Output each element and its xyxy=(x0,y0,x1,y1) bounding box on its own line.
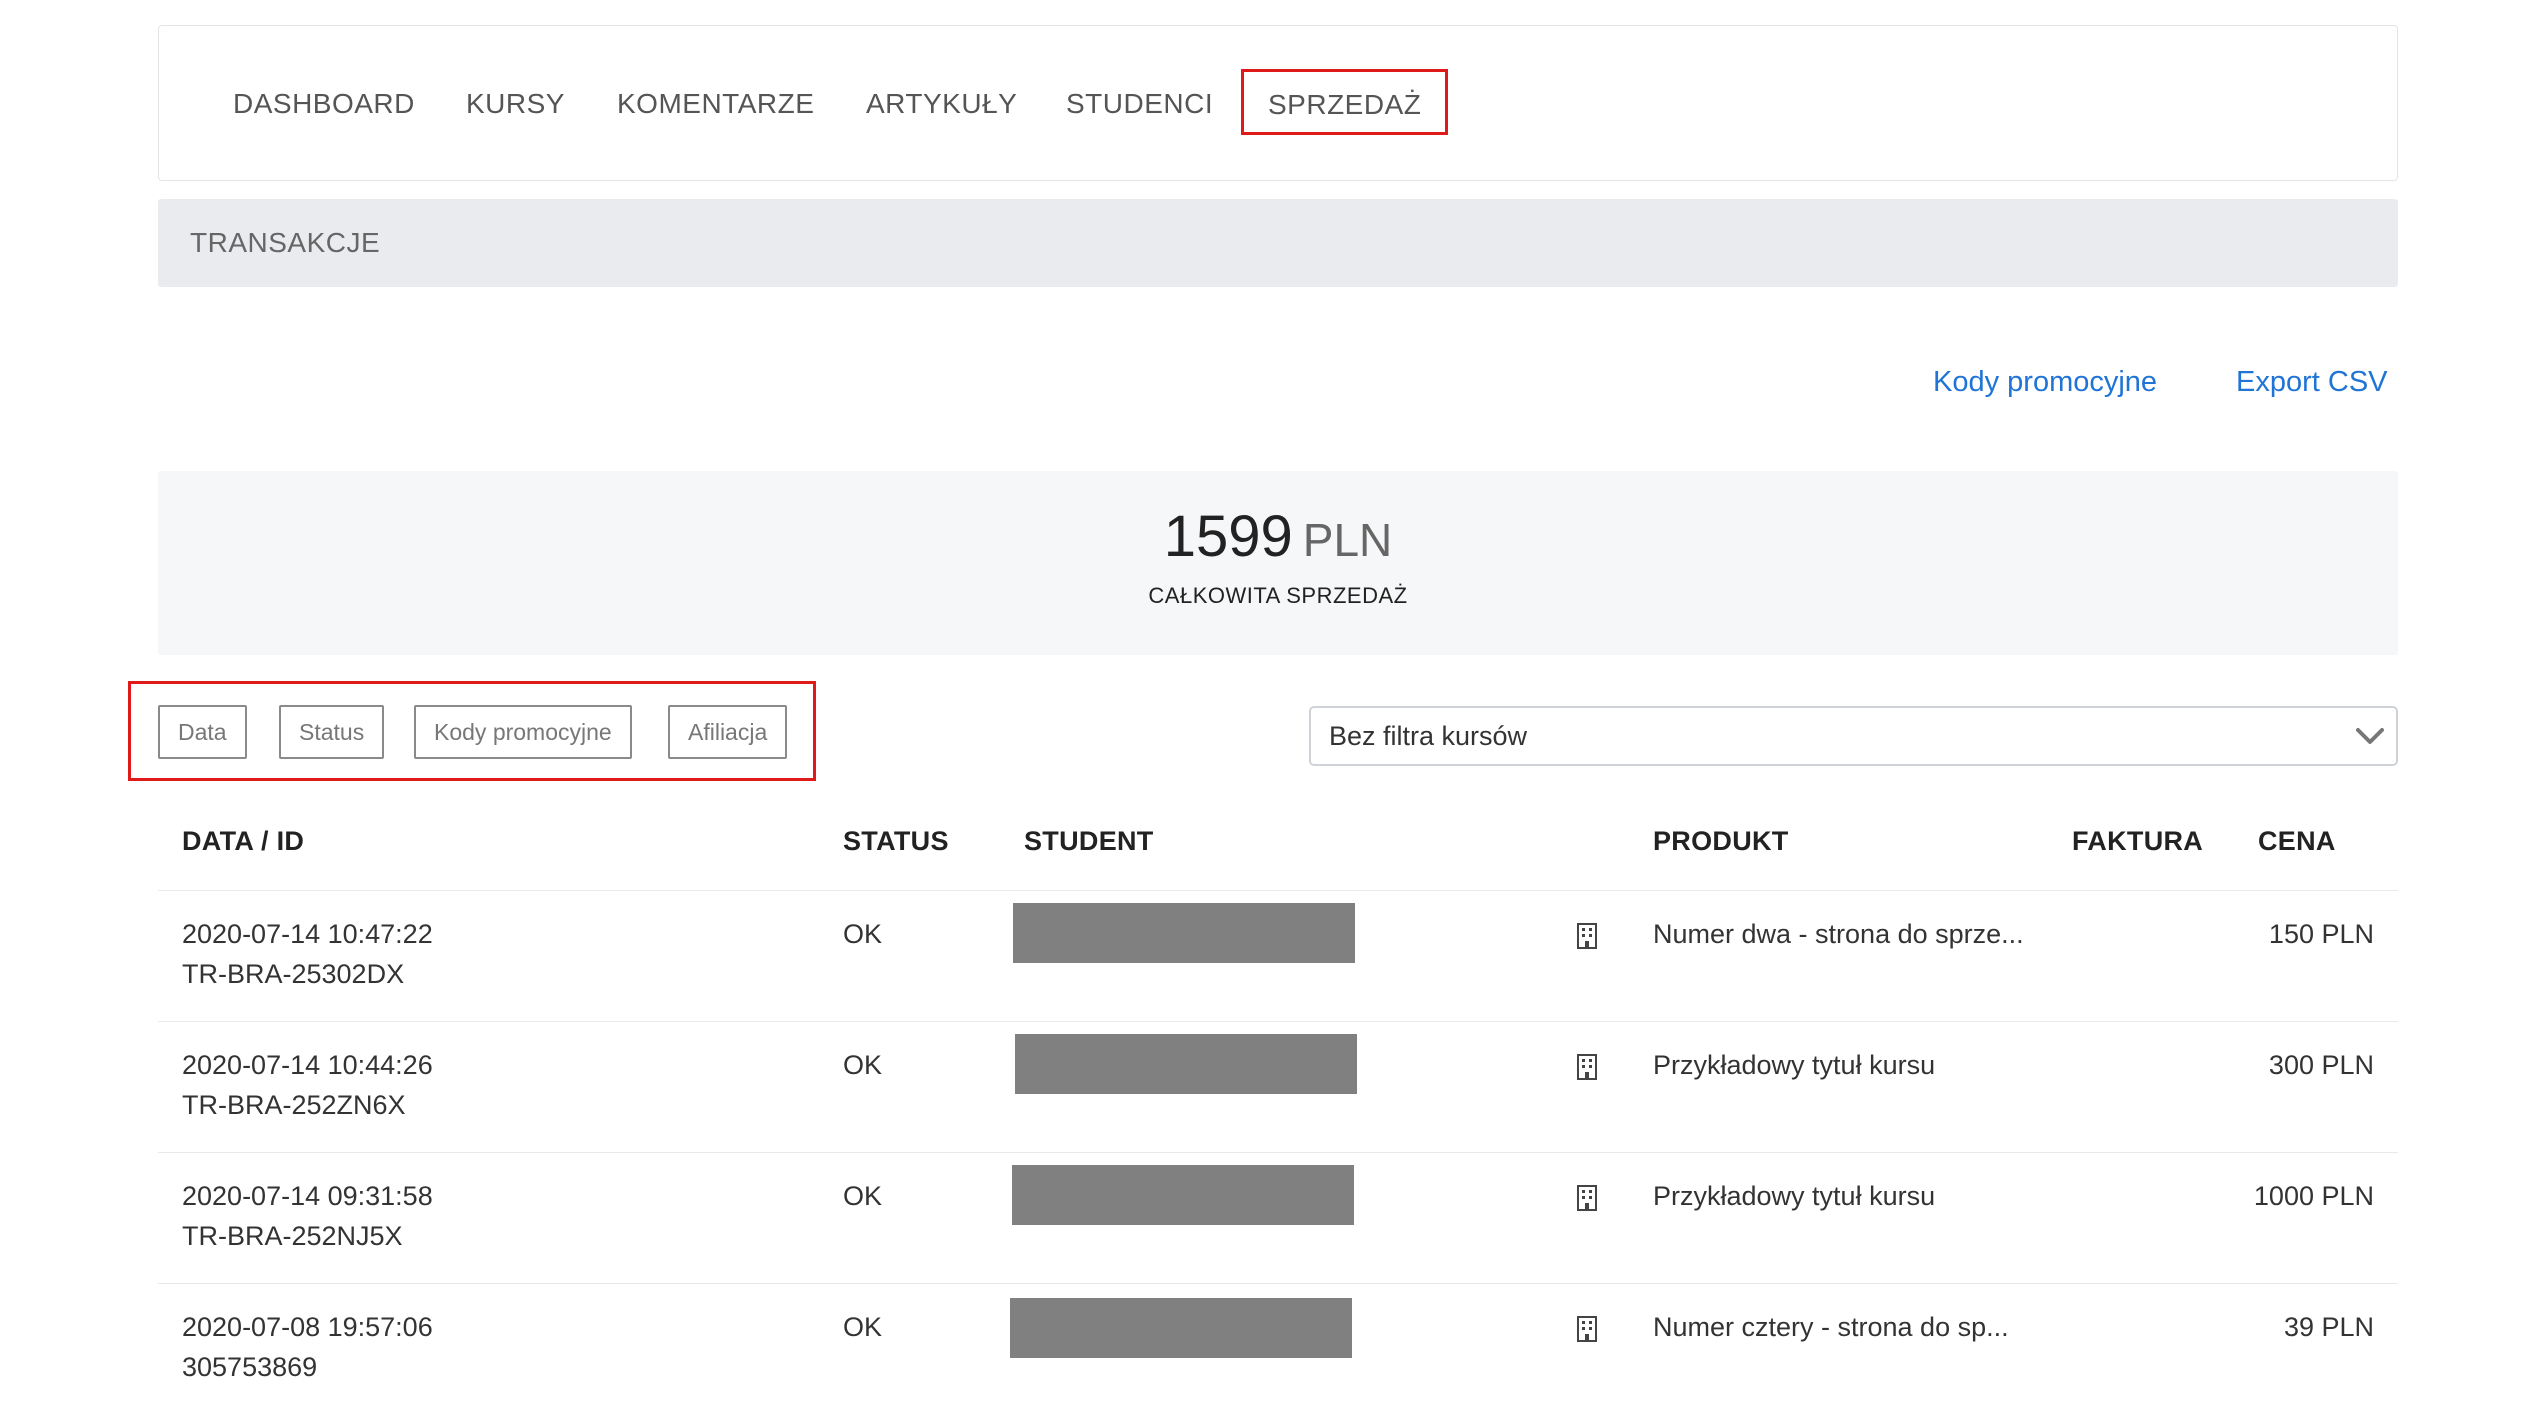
row-price: 300 PLN xyxy=(2268,1050,2374,1080)
student-redacted xyxy=(1013,903,1355,963)
building-icon[interactable] xyxy=(1576,1054,1598,1080)
row-product[interactable]: Numer cztery - strona do sp... xyxy=(1653,1312,2009,1343)
row-price: 39 PLN xyxy=(2283,1312,2374,1342)
row-date: 2020-07-08 19:57:06 xyxy=(182,1312,433,1342)
row-transaction-id: 305753869 xyxy=(182,1352,318,1382)
row-transaction-id: TR-BRA-25302DX xyxy=(182,959,405,989)
nav-item-artykuly[interactable]: ARTYKUŁY xyxy=(866,26,1017,182)
top-nav-card: DASHBOARD KURSY KOMENTARZE ARTYKUŁY STUD… xyxy=(158,25,2398,181)
total-amount-currency: PLN xyxy=(1302,514,1393,566)
sales-summary: 1599 PLN CAŁKOWITA SPRZEDAŻ xyxy=(158,471,2398,655)
col-header-price: CENA xyxy=(2258,826,2336,856)
col-header-product: PRODUKT xyxy=(1653,826,1789,856)
row-transaction-id: TR-BRA-252NJ5X xyxy=(182,1221,403,1251)
row-status: OK xyxy=(843,1181,883,1211)
student-redacted xyxy=(1015,1034,1357,1094)
col-header-date-id: DATA / ID xyxy=(182,826,305,856)
building-icon[interactable] xyxy=(1576,923,1598,949)
row-product[interactable]: Numer dwa - strona do sprze... xyxy=(1653,919,2024,950)
nav-item-dashboard[interactable]: DASHBOARD xyxy=(233,26,415,182)
building-icon[interactable] xyxy=(1576,1185,1598,1211)
col-header-invoice: FAKTURA xyxy=(2072,826,2204,856)
nav-item-sprzedaz[interactable]: SPRZEDAŻ xyxy=(1241,69,1449,135)
col-header-status: STATUS xyxy=(843,826,949,856)
row-price: 1000 PLN xyxy=(2253,1181,2374,1211)
filter-date-button[interactable]: Data xyxy=(158,705,247,759)
row-status: OK xyxy=(843,919,883,949)
total-sales-label: CAŁKOWITA SPRZEDAŻ xyxy=(1148,583,1408,608)
table-row[interactable]: 2020-07-14 09:31:58 TR-BRA-252NJ5X OK Pr… xyxy=(158,1152,2398,1284)
nav-item-studenci[interactable]: STUDENCI xyxy=(1066,26,1213,182)
row-status: OK xyxy=(843,1050,883,1080)
table-row[interactable]: 2020-07-14 10:44:26 TR-BRA-252ZN6X OK Pr… xyxy=(158,1021,2398,1153)
section-header: TRANSAKCJE xyxy=(158,199,2398,287)
row-transaction-id: TR-BRA-252ZN6X xyxy=(182,1090,406,1120)
building-icon[interactable] xyxy=(1576,1316,1598,1342)
total-amount: 1599 PLN xyxy=(158,503,2398,570)
row-date: 2020-07-14 09:31:58 xyxy=(182,1181,433,1211)
table-row[interactable]: 2020-07-14 10:47:22 TR-BRA-25302DX OK Nu… xyxy=(158,890,2398,1022)
row-product[interactable]: Przykładowy tytuł kursu xyxy=(1653,1050,1935,1081)
promo-codes-link[interactable]: Kody promocyjne xyxy=(1933,366,2157,399)
total-amount-value: 1599 xyxy=(1163,504,1293,569)
course-filter-select[interactable]: Bez filtra kursów xyxy=(1309,706,2398,766)
row-status: OK xyxy=(843,1312,883,1342)
course-filter-value: Bez filtra kursów xyxy=(1329,721,1528,751)
student-redacted xyxy=(1012,1165,1354,1225)
nav-item-kursy[interactable]: KURSY xyxy=(466,26,565,182)
section-title: TRANSAKCJE xyxy=(190,227,381,258)
row-date: 2020-07-14 10:47:22 xyxy=(182,919,433,949)
chevron-down-icon xyxy=(2356,728,2384,744)
col-header-student: STUDENT xyxy=(1024,826,1154,856)
top-nav: DASHBOARD KURSY KOMENTARZE ARTYKUŁY STUD… xyxy=(159,26,2397,182)
row-product[interactable]: Przykładowy tytuł kursu xyxy=(1653,1181,1935,1212)
row-date: 2020-07-14 10:44:26 xyxy=(182,1050,433,1080)
filter-affiliate-button[interactable]: Afiliacja xyxy=(668,705,788,759)
filter-promo-codes-button[interactable]: Kody promocyjne xyxy=(414,705,632,759)
export-csv-link[interactable]: Export CSV xyxy=(2236,366,2388,399)
student-redacted xyxy=(1010,1298,1352,1358)
filter-status-button[interactable]: Status xyxy=(279,705,385,759)
nav-item-komentarze[interactable]: KOMENTARZE xyxy=(617,26,814,182)
table-row[interactable]: 2020-07-08 19:57:06 305753869 OK Numer c… xyxy=(158,1283,2398,1415)
row-price: 150 PLN xyxy=(2268,919,2374,949)
